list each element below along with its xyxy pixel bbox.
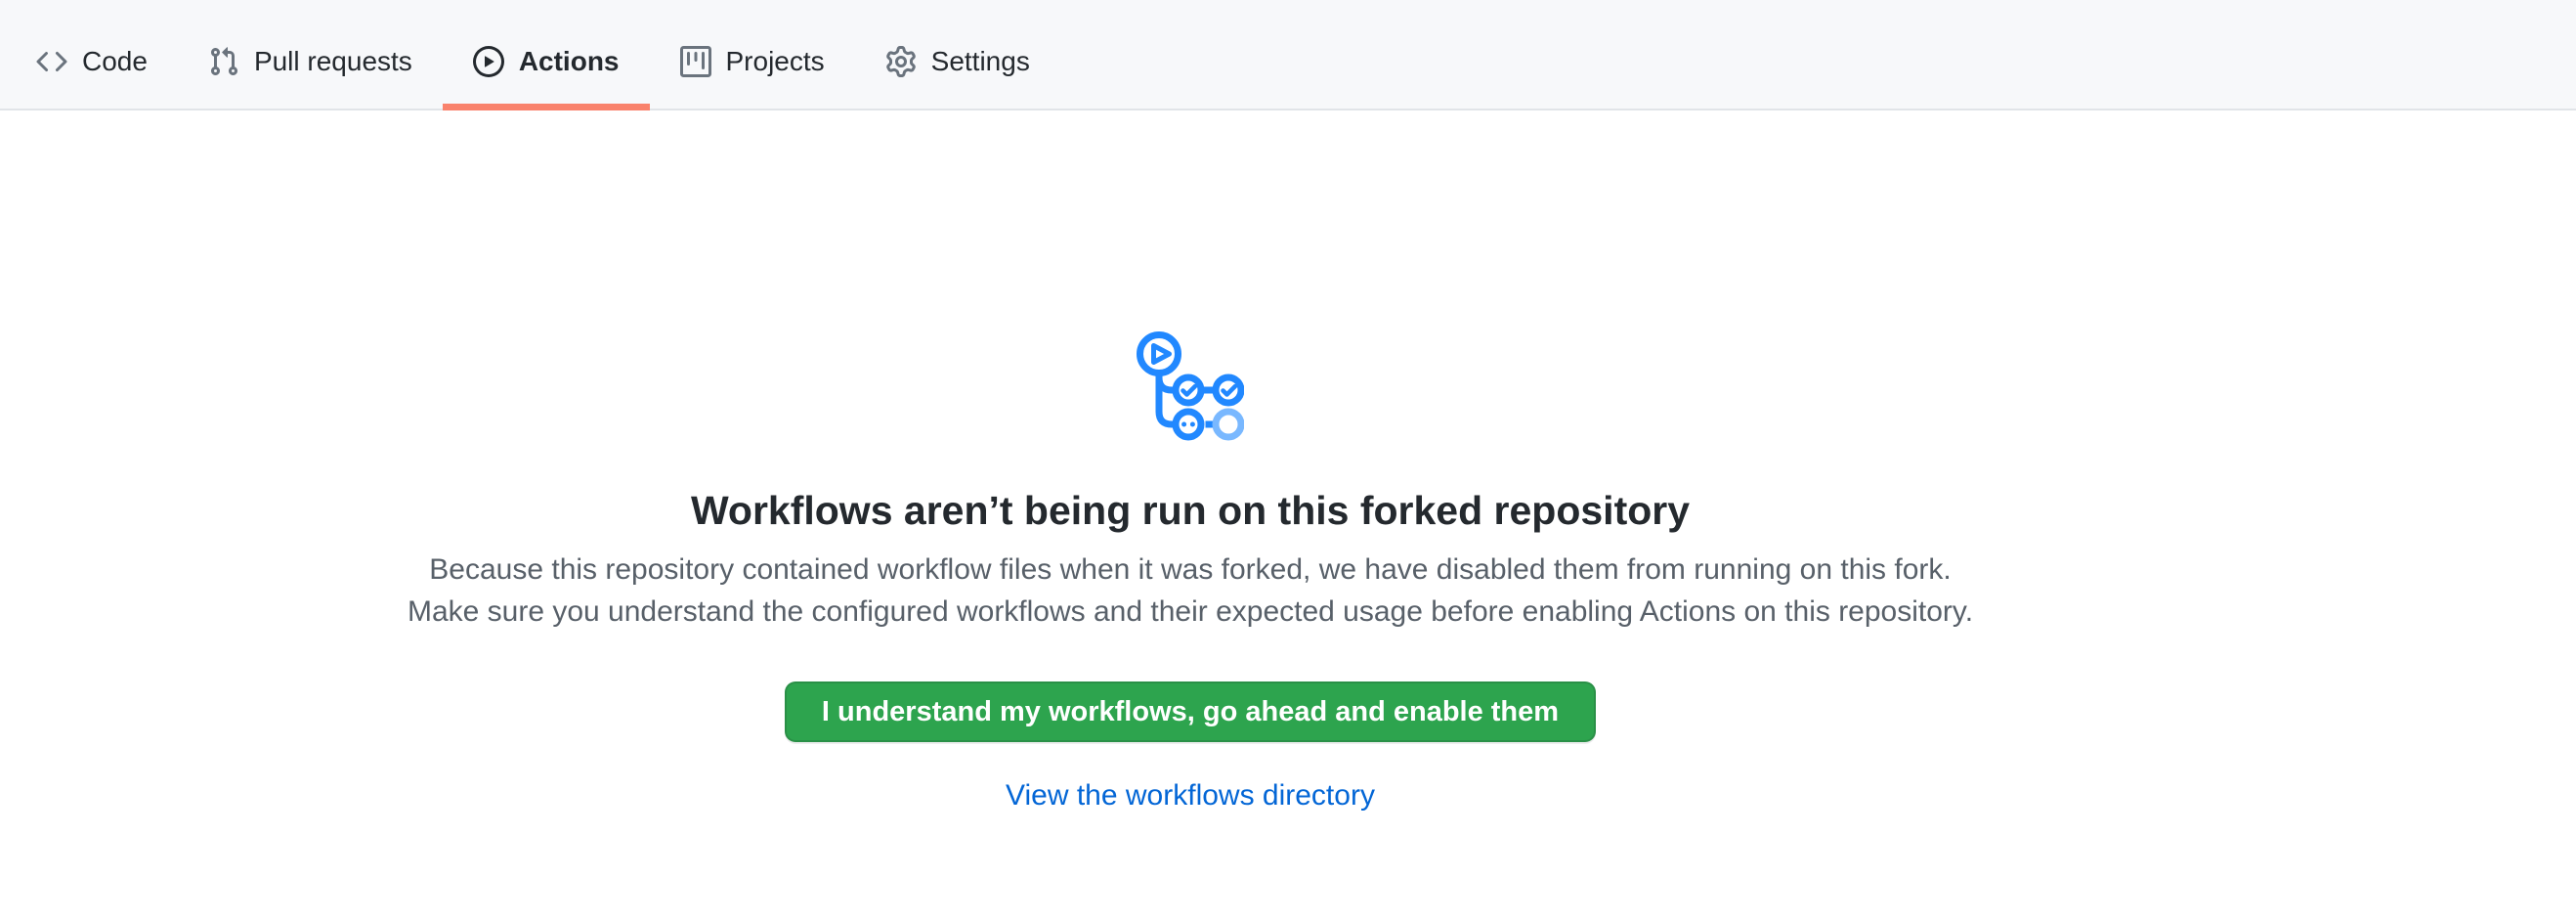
actions-blankslate: Workflows aren’t being run on this forke… [394,331,1987,813]
workflow-illustration-icon [1137,331,1244,441]
tab-settings-label: Settings [931,48,1030,75]
tab-code-label: Code [82,48,148,75]
blankslate-description: Because this repository contained workfl… [394,549,1987,633]
tab-actions-label: Actions [519,48,620,75]
project-icon [680,46,711,77]
blankslate-title: Workflows aren’t being run on this forke… [394,486,1987,536]
tab-settings[interactable]: Settings [855,15,1060,109]
tab-actions[interactable]: Actions [443,15,650,109]
workflows-link-row: View the workflows directory [394,779,1987,813]
enable-workflows-button[interactable]: I understand my workflows, go ahead and … [785,681,1596,742]
enable-button-row: I understand my workflows, go ahead and … [394,633,1987,742]
tab-code[interactable]: Code [6,15,178,109]
view-workflows-directory-link[interactable]: View the workflows directory [1006,779,1375,812]
tab-projects-label: Projects [726,48,825,75]
gear-icon [885,46,917,77]
tab-pull-requests-label: Pull requests [254,48,412,75]
git-pull-request-icon [208,46,239,77]
tab-pull-requests[interactable]: Pull requests [178,15,443,109]
code-icon [36,46,67,77]
play-icon [473,46,504,77]
repo-tabnav: Code Pull requests Actions Projects Sett… [0,0,2576,110]
tab-projects[interactable]: Projects [650,15,855,109]
